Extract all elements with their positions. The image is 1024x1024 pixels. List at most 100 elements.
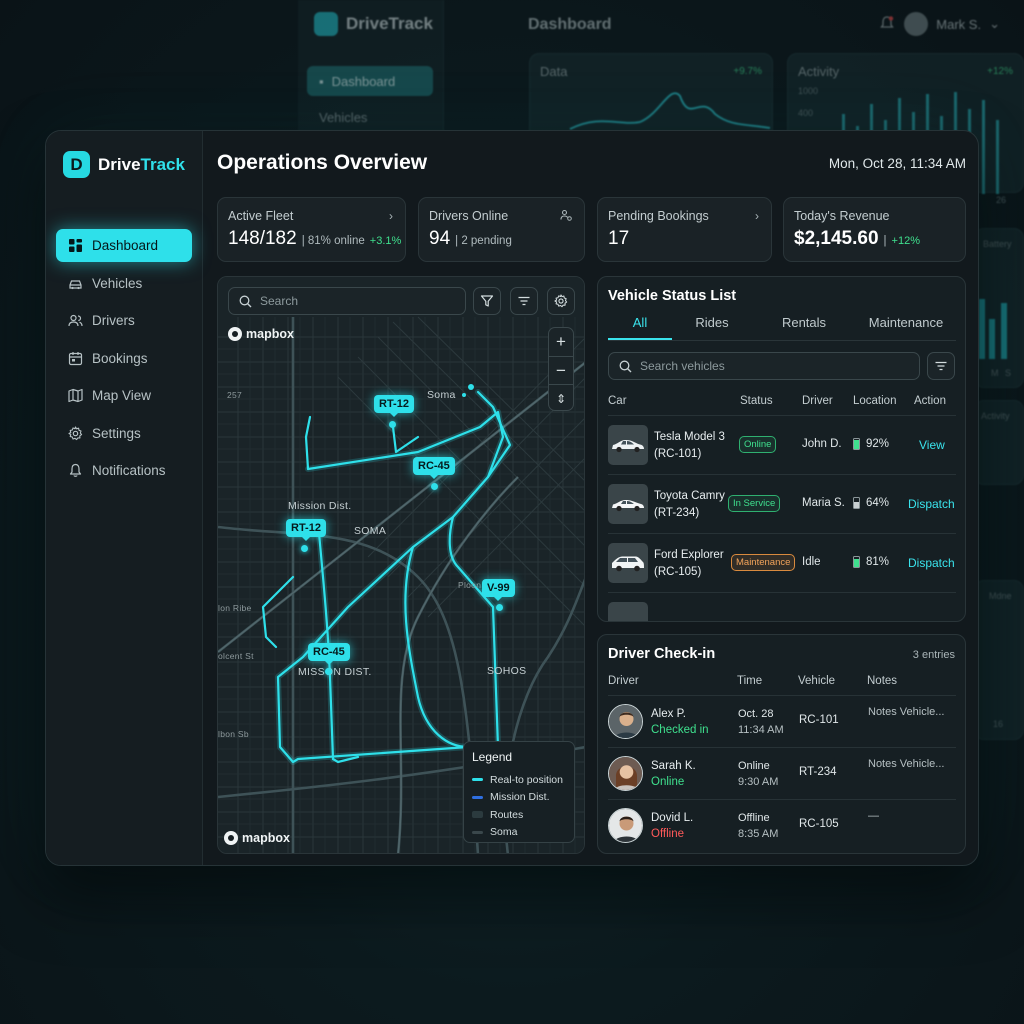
vehicle-search-input[interactable]: Search vehicles <box>608 352 920 380</box>
car-thumbnail <box>608 484 648 524</box>
bg-battery-bar <box>1001 303 1007 359</box>
sidebar-item-map-view[interactable]: Map View <box>56 379 192 412</box>
bg-axis-tick: S <box>1005 368 1012 378</box>
tab-rides[interactable]: Rides <box>672 315 752 340</box>
table-row[interactable]: Alex P. Checked in Oct. 28 11:34 AM RC-1… <box>608 695 956 747</box>
legend-swatch <box>472 795 483 799</box>
mapbox-logo-bottom[interactable]: mapbox <box>224 831 290 845</box>
column-header-driver[interactable]: Driver <box>802 395 833 407</box>
map-settings-button[interactable] <box>547 287 575 315</box>
table-row[interactable] <box>608 592 956 621</box>
bg-chevron-down-icon: ⌄ <box>989 16 1000 31</box>
sidebar-item-label: Drivers <box>92 313 135 328</box>
mapbox-logo-top[interactable]: mapbox <box>228 327 294 341</box>
vehicle-id: RT-234 <box>799 766 837 778</box>
zoom-in-button[interactable]: + <box>549 328 573 356</box>
vehicle-pin[interactable]: V-99 <box>482 579 515 601</box>
sidebar-item-label: Dashboard <box>92 238 159 253</box>
battery-percent: 64% <box>866 497 890 509</box>
legend-label: Real-to position <box>490 773 563 786</box>
stat-card-pending-bookings[interactable]: Pending Bookings › 17 <box>597 197 772 262</box>
stat-label: Active Fleet <box>228 209 294 223</box>
sidebar-item-drivers[interactable]: Drivers <box>56 304 192 337</box>
map-search-input[interactable]: Search <box>228 287 466 315</box>
vehicle-pin[interactable]: RT-12 <box>374 395 414 417</box>
column-header-notes[interactable]: Notes <box>867 675 897 687</box>
sidebar-item-bookings[interactable]: Bookings <box>56 342 192 375</box>
battery-icon <box>853 556 860 568</box>
column-header-time[interactable]: Time <box>737 675 762 687</box>
table-row[interactable]: Dovid L. Offline Offline 8:35 AM RC-105 … <box>608 799 956 851</box>
driver-name: Dovid L. <box>651 812 694 824</box>
map-search-placeholder: Search <box>260 294 299 308</box>
sidebar-item-label: Vehicles <box>92 275 143 291</box>
legend-item: Soma <box>472 824 566 842</box>
vehicle-pin[interactable]: RC-45 <box>308 643 350 665</box>
car-thumbnail <box>608 602 648 621</box>
tab-all[interactable]: All <box>608 315 672 340</box>
map-label-street: lbon Sb <box>218 729 249 739</box>
page-title: Operations Overview <box>217 151 428 174</box>
tab-maintenance[interactable]: Maintenance <box>856 315 956 340</box>
chevron-right-icon: › <box>389 209 393 223</box>
compass-button[interactable]: ⇕ <box>549 384 573 412</box>
table-row[interactable]: Tesla Model 3 (RC-101) Online John D. 92… <box>608 415 956 474</box>
bg-axis-tick: M <box>991 368 999 378</box>
avatar <box>608 704 643 739</box>
sidebar-item-settings[interactable]: Settings <box>56 417 192 450</box>
map-legend: Legend Real-to position Mission Dist. Ro… <box>463 741 575 843</box>
table-row[interactable]: Sarah K. Online Online 9:30 AM RT-234 No… <box>608 747 956 799</box>
search-icon <box>239 295 252 307</box>
driver-name: Idle <box>802 556 821 568</box>
battery-level: 64% <box>853 497 889 509</box>
car-id: (RC-105) <box>654 566 702 578</box>
gear-icon <box>68 425 83 440</box>
sidebar-item-vehicles[interactable]: Vehicles <box>56 267 192 300</box>
notes: — <box>868 810 879 822</box>
vehicle-filter-button[interactable] <box>927 352 955 380</box>
bg-card-mdne: Mdne 16 <box>974 580 1024 740</box>
map-panel[interactable]: Search mapbox mapbox + − ⇕ Soma Mission … <box>217 276 585 854</box>
sidebar-item-notifications[interactable]: Notifications <box>56 454 192 487</box>
logo-track: Track <box>140 154 185 174</box>
dispatch-button[interactable]: Dispatch <box>908 556 955 570</box>
map-label-soma: Soma <box>427 389 456 401</box>
stat-card-active-fleet[interactable]: Active Fleet › 148/182 | 81% online +3.1… <box>217 197 406 262</box>
column-header-car[interactable]: Car <box>608 395 627 407</box>
checkin-time: Offline 8:35 AM <box>738 810 778 842</box>
column-header-location[interactable]: Location <box>853 395 896 407</box>
logo-icon: D <box>63 151 90 178</box>
vehicle-pin[interactable]: RT-12 <box>286 519 326 541</box>
column-header-driver[interactable]: Driver <box>608 675 639 687</box>
table-row[interactable]: Ford Explorer (RC-105) Maintenance Idle … <box>608 533 956 592</box>
stat-card-todays-revenue[interactable]: Today's Revenue $2,145.60 | +12% <box>783 197 966 262</box>
vehicle-pin[interactable]: RC-45 <box>413 457 455 479</box>
driver-name: John D. <box>802 438 842 450</box>
mapbox-icon <box>224 831 238 845</box>
legend-swatch <box>472 830 483 834</box>
tab-rentals[interactable]: Rentals <box>752 315 856 340</box>
logo[interactable]: D DriveTrack <box>63 151 185 178</box>
bg-axis-tick: 16 <box>993 719 1004 729</box>
notes: Notes Vehicle... <box>868 706 945 718</box>
mapbox-text: mapbox <box>242 831 290 845</box>
column-header-status[interactable]: Status <box>740 395 773 407</box>
driver-status: Offline <box>651 828 685 840</box>
zoom-out-button[interactable]: − <box>549 356 573 384</box>
battery-fill <box>854 501 859 508</box>
view-button[interactable]: View <box>919 438 945 452</box>
stat-card-drivers-online[interactable]: Drivers Online 94 | 2 pending <box>418 197 585 262</box>
column-header-action[interactable]: Action <box>914 395 946 407</box>
map-label-street: 257 <box>227 390 243 400</box>
column-header-vehicle[interactable]: Vehicle <box>798 675 835 687</box>
dispatch-button[interactable]: Dispatch <box>908 497 955 511</box>
map-filter-button[interactable] <box>473 287 501 315</box>
vehicle-status-panel: Vehicle Status List All Rides Rentals Ma… <box>597 276 966 622</box>
legend-swatch <box>472 811 483 819</box>
table-row[interactable]: Toyota Camry (RT-234) In Service Maria S… <box>608 474 956 533</box>
map-sort-button[interactable] <box>510 287 538 315</box>
avatar <box>608 808 643 843</box>
bg-axis-tick: 26 <box>996 195 1007 205</box>
sidebar-item-dashboard[interactable]: Dashboard <box>56 229 192 262</box>
stat-label: Today's Revenue <box>794 209 890 223</box>
